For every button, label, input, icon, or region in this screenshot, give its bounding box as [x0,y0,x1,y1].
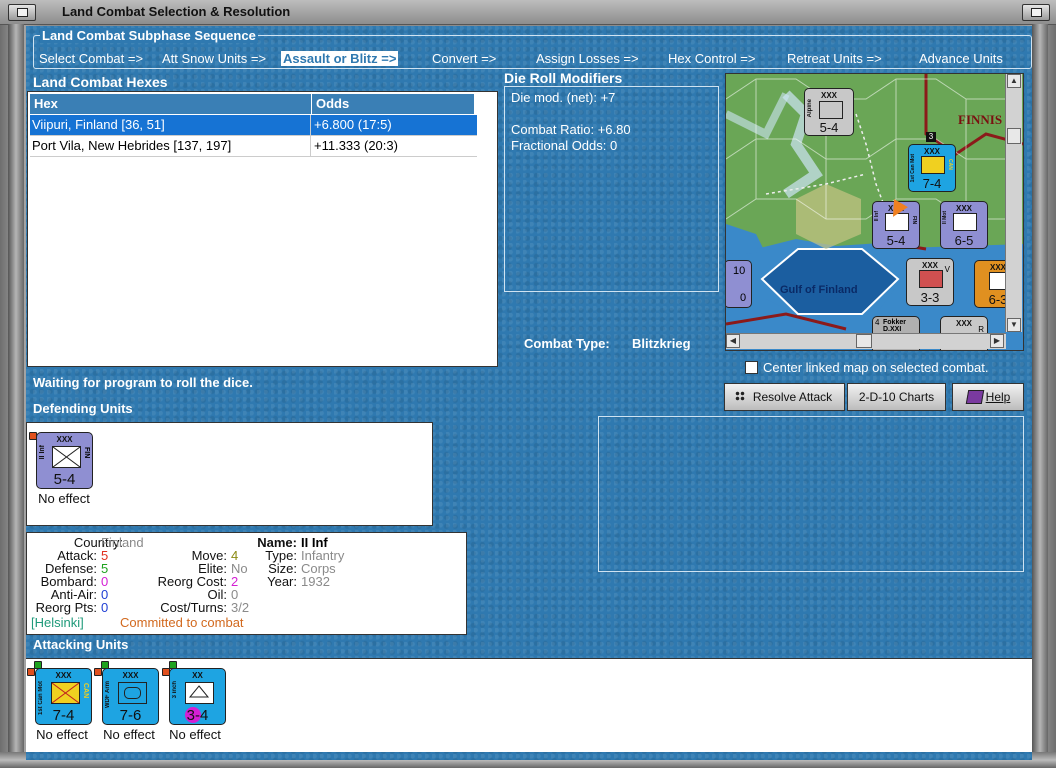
attacking-units-heading: Attacking Units [33,637,129,652]
cost-turns-value: 3/2 [231,600,250,615]
window-menu-button[interactable] [8,4,36,21]
phase-retreat-units[interactable]: Retreat Units => [787,51,882,66]
unit-combat-status: Committed to combat [120,615,244,630]
cost-turns-key: Cost/Turns: [160,600,227,615]
combat-ratio: Combat Ratio: +6.80 [511,122,631,137]
unit-location: [Helsinki] [31,615,84,630]
map-region-label: FINNIS [958,112,1003,127]
table-row[interactable]: Viipuri, Finland [36, 51] +6.800 (17:5) [30,115,477,136]
combat-type-label: Combat Type: [524,336,610,351]
map-vertical-scrollbar[interactable]: ▲ ▼ [1005,74,1022,332]
artillery-symbol-icon [185,682,214,704]
attacking-unit-counter[interactable]: XX 3-4 3 inch [169,668,226,725]
year-key: Year: [267,574,297,589]
die-mod-net: Die mod. (net): +7 [511,90,616,105]
phase-assault-or-blitz[interactable]: Assault or Blitz => [281,51,399,66]
defending-unit-result: No effect [38,491,90,506]
right-frame-rail [1032,24,1048,768]
motorized-symbol-icon [953,213,977,231]
map-unit-counter[interactable]: XXX 6-5 II Mot [940,201,988,249]
help-button[interactable]: Help [952,383,1024,411]
die-roll-modifiers-heading: Die Roll Modifiers [504,70,623,86]
left-frame-rail [8,24,24,768]
table-row[interactable]: Port Vila, New Hebrides [137, 197] +11.3… [30,136,477,157]
attacking-unit-counter[interactable]: XXX 7-4 1st Can Mot CAN [35,668,92,725]
attacking-unit-result: No effect [169,727,221,742]
status-text: Waiting for program to roll the dice. [33,375,253,390]
scroll-thumb[interactable] [1007,128,1021,144]
motorized-symbol-icon [921,156,945,174]
die-roll-modifiers-panel: Die mod. (net): +7 Combat Ratio: +6.80 F… [504,86,719,292]
land-combat-hexes-heading: Land Combat Hexes [33,74,168,90]
center-map-checkbox[interactable] [745,361,758,374]
dice-icon [735,391,745,401]
phase-assign-losses[interactable]: Assign Losses => [536,51,639,66]
defending-units-heading: Defending Units [33,401,133,416]
subphase-legend: Land Combat Subphase Sequence [40,28,258,43]
infantry-symbol-icon [52,446,81,468]
map-unit-counter[interactable]: XXX 3-3 V [906,258,954,306]
year-value: 1932 [301,574,330,589]
hex-cell: Port Vila, New Hebrides [137, 197] [32,138,232,153]
unit-info-panel: Country: Finland Attack: 5 Defense: 5 Bo… [26,532,467,635]
defending-unit-counter[interactable]: XXX 5-4 II Inf FIN [36,432,93,489]
odds-cell: +11.333 (20:3) [314,138,398,153]
infantry-symbol-icon [819,101,843,119]
combat-results-panel [598,416,1024,572]
window-title: Land Combat Selection & Resolution [62,4,291,19]
fractional-odds: Fractional Odds: 0 [511,138,618,153]
map-unit-counter[interactable]: 10 0 [726,260,752,308]
phase-convert[interactable]: Convert => [432,51,496,66]
status-dot-icon [27,668,35,676]
phase-hex-control[interactable]: Hex Control => [668,51,755,66]
attacking-unit-result: No effect [36,727,88,742]
resolve-attack-button[interactable]: Resolve Attack [724,383,845,411]
charts-label: 2-D-10 Charts [858,390,935,404]
phase-advance-units[interactable]: Advance Units [919,51,1003,66]
map-unit-counter[interactable]: XXX 7-4 1st Can Mot CAN [908,144,956,192]
column-header-odds[interactable]: Odds [312,94,475,114]
scroll-thumb[interactable] [856,334,872,348]
attacking-units-panel: XXX 7-4 1st Can Mot CAN No effect XXX 7-… [26,658,1032,752]
column-header-hex[interactable]: Hex [30,94,312,114]
combat-type-value: Blitzkrieg [632,336,691,351]
status-dot-icon [94,668,102,676]
hexes-table: Hex Odds Viipuri, Finland [36, 51] +6.80… [27,91,498,367]
reorg-pts-value: 0 [101,600,109,615]
phase-select-combat[interactable]: Select Combat => [39,51,143,66]
help-book-icon [965,390,985,404]
map-sea-label: Gulf of Finland [780,284,858,296]
linked-map[interactable]: Gulf of Finland FINNIS XXX 5-4 Alpine XX… [725,73,1024,351]
unit-symbol-icon [919,270,943,288]
motorized-symbol-icon [51,682,80,704]
resolve-attack-label: Resolve Attack [752,390,833,404]
scroll-right-icon[interactable]: ▶ [990,334,1004,348]
armor-symbol-icon [118,682,147,704]
column-divider [310,115,311,157]
center-map-label: Center linked map on selected combat. [763,360,989,375]
defending-units-panel: XXX 5-4 II Inf FIN No effect [26,422,433,526]
stack-count-badge: 3 [926,132,936,142]
attacking-unit-counter[interactable]: XXX 7-6 WDF Arm [102,668,159,725]
hex-cell: Viipuri, Finland [36, 51] [32,117,165,132]
attacking-unit-result: No effect [103,727,155,742]
reorg-pts-key: Reorg Pts: [35,600,97,615]
title-bar: Land Combat Selection & Resolution [0,0,1056,25]
map-horizontal-scrollbar[interactable]: ◀ ▶ [726,333,1006,349]
scroll-up-icon[interactable]: ▲ [1007,74,1021,88]
window-restore-button[interactable] [1022,4,1050,21]
odds-cell: +6.800 (17:5) [314,117,392,132]
charts-button[interactable]: 2-D-10 Charts [847,383,946,411]
phase-att-snow-units[interactable]: Att Snow Units => [162,51,266,66]
scroll-left-icon[interactable]: ◀ [726,334,740,348]
scroll-down-icon[interactable]: ▼ [1007,318,1021,332]
map-unit-counter[interactable]: XXX 5-4 Alpine [804,88,854,136]
